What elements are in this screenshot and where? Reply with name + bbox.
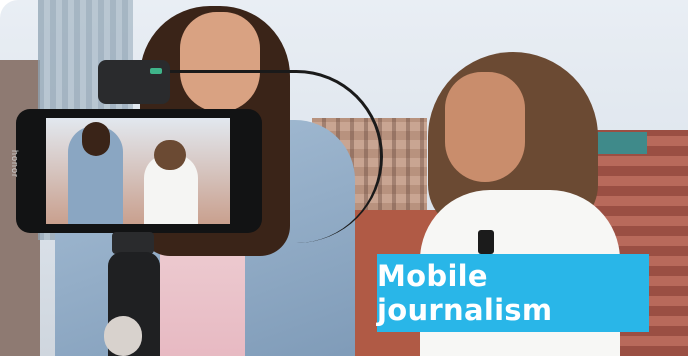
phone-screen: [46, 118, 230, 224]
woman-right-face: [445, 72, 525, 182]
caption-banner: Mobile journalism: [377, 254, 649, 332]
wireless-mic-receiver: [98, 60, 170, 104]
phone-clamp: [112, 232, 154, 254]
screen-person-right-hair: [154, 140, 186, 170]
caption-text: Mobile journalism: [377, 259, 553, 327]
tripod-knob: [104, 316, 142, 356]
hero-banner: honor Mobile journalism: [0, 0, 688, 356]
screen-person-left-hair: [82, 122, 110, 156]
phone-brand-label: honor: [10, 150, 20, 179]
lavalier-mic: [478, 230, 494, 254]
background-roof-accent: [592, 132, 647, 154]
